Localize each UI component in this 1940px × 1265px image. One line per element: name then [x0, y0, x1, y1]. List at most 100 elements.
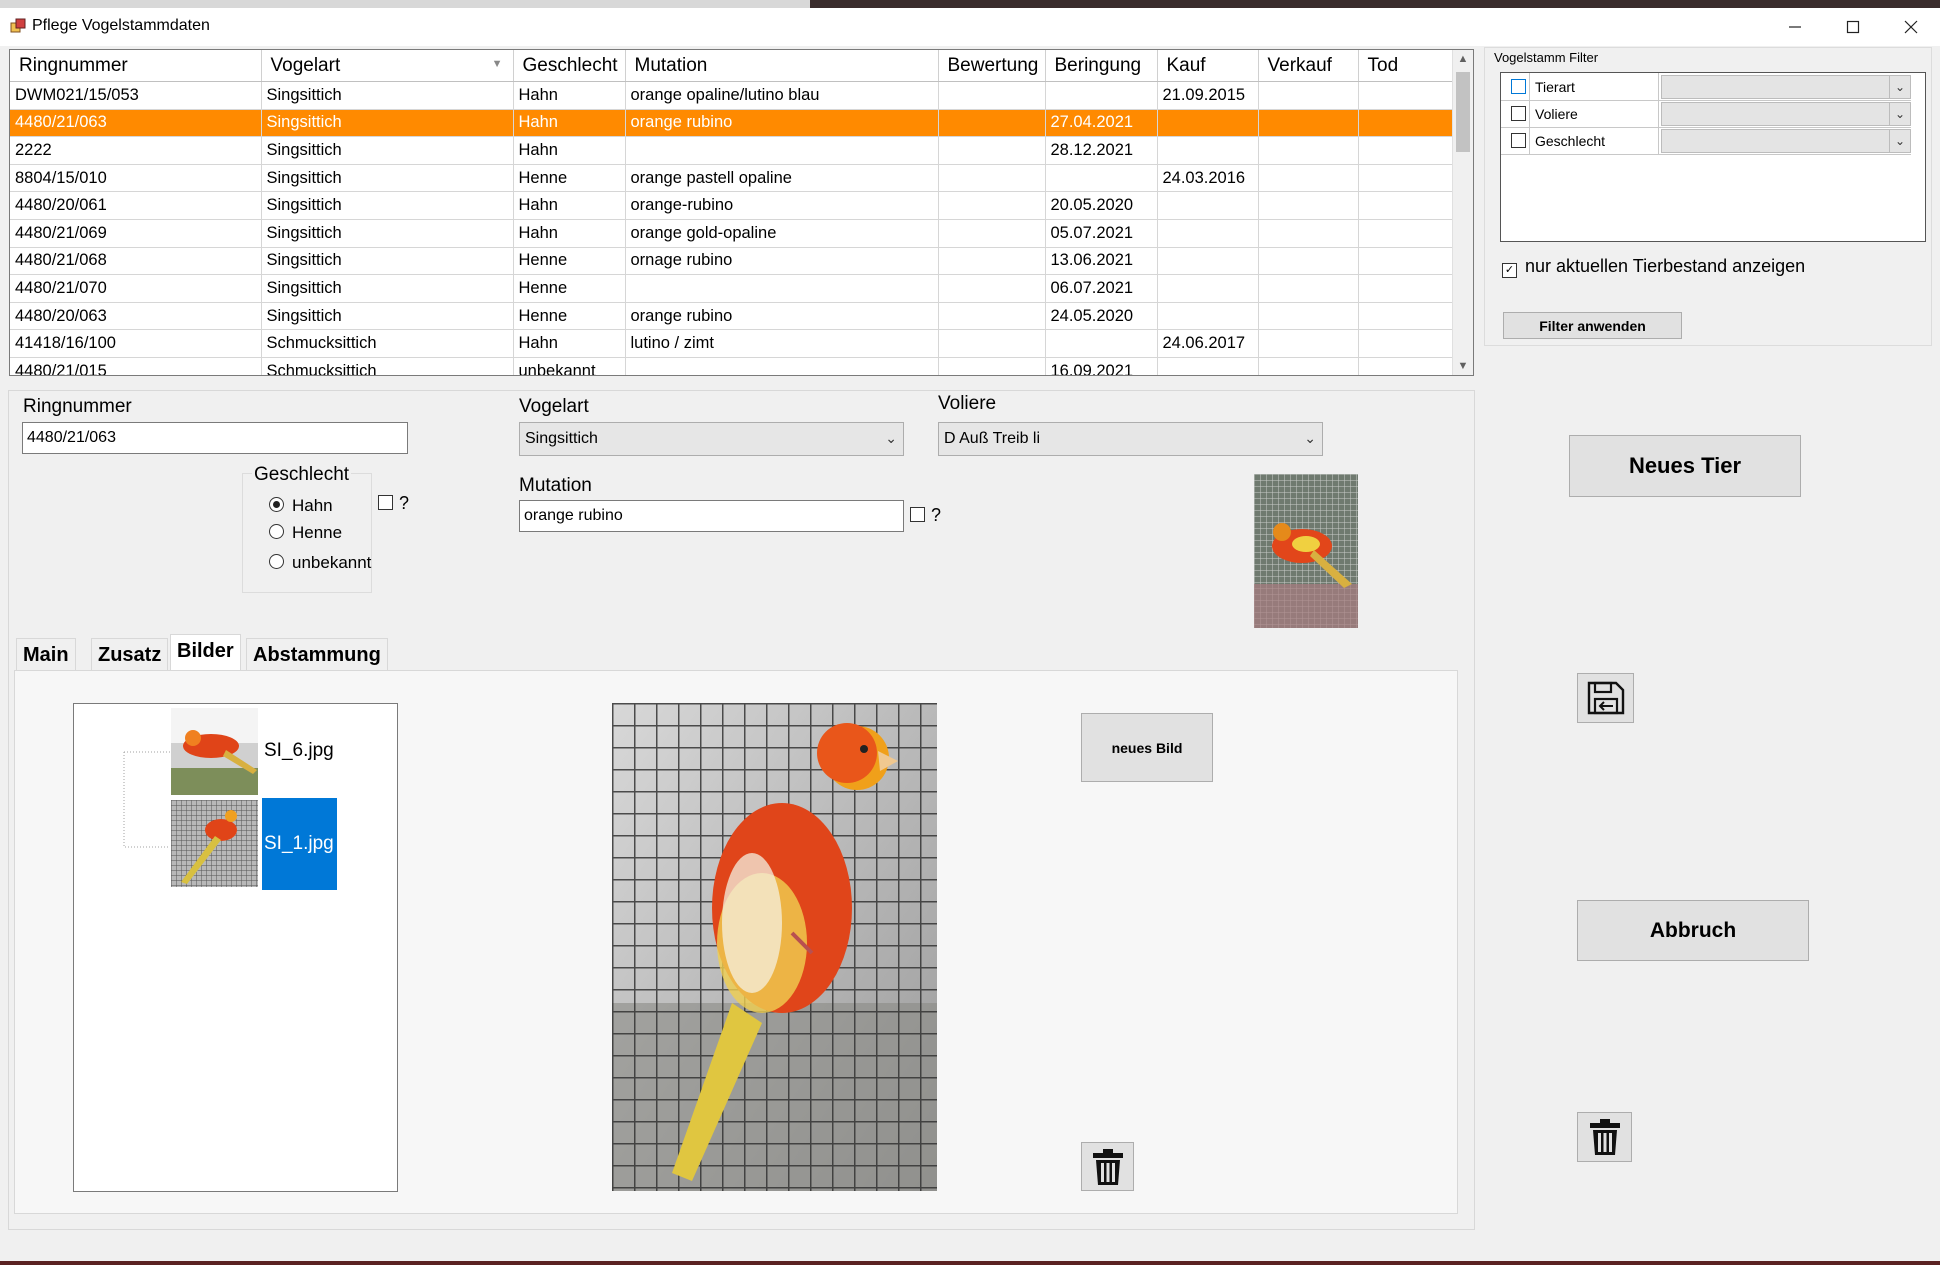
delete-image-button[interactable] [1081, 1142, 1134, 1191]
table-cell[interactable]: Singsittich [261, 274, 514, 303]
table-cell[interactable]: 4480/21/069 [10, 219, 262, 248]
table-cell[interactable] [625, 274, 939, 303]
table-cell[interactable]: 05.07.2021 [1045, 219, 1158, 248]
table-cell[interactable]: Singsittich [261, 191, 514, 220]
table-cell[interactable]: Singsittich [261, 164, 514, 193]
table-cell[interactable]: Singsittich [261, 302, 514, 331]
column-header[interactable]: Mutation [625, 50, 939, 82]
column-header[interactable]: Tod [1358, 50, 1453, 82]
column-header[interactable]: Beringung [1045, 50, 1158, 82]
gender-radio-unbekannt[interactable]: unbekannt [269, 553, 371, 573]
filter-row-voliere[interactable]: Voliere ⌄ [1501, 100, 1911, 128]
table-cell[interactable]: Hahn [513, 109, 626, 138]
cancel-button[interactable]: Abbruch [1577, 900, 1809, 961]
table-cell[interactable] [625, 357, 939, 375]
table-cell[interactable]: Singsittich [261, 109, 514, 138]
table-cell[interactable]: orange gold-opaline [625, 219, 939, 248]
table-cell[interactable] [1157, 191, 1259, 220]
table-cell[interactable] [1258, 219, 1359, 248]
gender-radio-hahn[interactable]: Hahn [269, 496, 333, 516]
table-cell[interactable] [1258, 136, 1359, 165]
table-cell[interactable] [1157, 302, 1259, 331]
table-cell[interactable]: 8804/15/010 [10, 164, 262, 193]
table-cell[interactable] [1258, 81, 1359, 110]
table-cell[interactable]: 16.09.2021 [1045, 357, 1158, 375]
table-cell[interactable]: Henne [513, 164, 626, 193]
table-row[interactable]: 4480/20/063 Singsittich Henne orange rubino… [10, 302, 1453, 331]
table-cell[interactable] [1358, 219, 1453, 248]
table-cell[interactable]: 24.05.2020 [1045, 302, 1158, 331]
table-row[interactable]: 4480/20/061 Singsittich Hahn orange-rubino 2… [10, 191, 1453, 220]
table-row[interactable]: 4480/21/068 Singsittich Henne ornage rubino… [10, 247, 1453, 276]
tab-main[interactable]: Main [16, 638, 76, 671]
column-header[interactable]: Vogelart ▼ [261, 50, 514, 82]
table-cell[interactable]: Singsittich [261, 81, 514, 110]
filter-row-tierart[interactable]: Tierart ⌄ [1501, 73, 1911, 101]
table-cell[interactable]: orange rubino [625, 302, 939, 331]
table-cell[interactable]: 4480/20/061 [10, 191, 262, 220]
scroll-thumb[interactable] [1456, 72, 1470, 152]
filter-voliere-checkbox[interactable] [1511, 106, 1526, 121]
table-cell[interactable]: Singsittich [261, 247, 514, 276]
table-cell[interactable] [1157, 247, 1259, 276]
table-cell[interactable] [938, 164, 1046, 193]
table-cell[interactable] [938, 191, 1046, 220]
table-cell[interactable] [1258, 302, 1359, 331]
table-row[interactable]: 41418/16/100 Schmucksittich Hahn lutino / z… [10, 329, 1453, 358]
column-header[interactable]: Bewertung [938, 50, 1046, 82]
table-cell[interactable]: Henne [513, 302, 626, 331]
table-cell[interactable] [1258, 247, 1359, 276]
delete-animal-button[interactable] [1577, 1112, 1632, 1162]
column-header[interactable]: Verkauf [1258, 50, 1359, 82]
table-cell[interactable] [1358, 247, 1453, 276]
table-cell[interactable]: 24.06.2017 [1157, 329, 1259, 358]
table-cell[interactable] [938, 357, 1046, 375]
table-cell[interactable]: 20.05.2020 [1045, 191, 1158, 220]
table-cell[interactable]: orange pastell opaline [625, 164, 939, 193]
table-cell[interactable] [1157, 274, 1259, 303]
table-cell[interactable]: 4480/21/068 [10, 247, 262, 276]
apply-filter-button[interactable]: Filter anwenden [1503, 312, 1682, 339]
tab-abstammung[interactable]: Abstammung [246, 638, 388, 671]
table-row[interactable]: 4480/21/015 Schmucksittich unbekannt 16.09.… [10, 357, 1453, 375]
table-cell[interactable]: Henne [513, 274, 626, 303]
image-tree[interactable]: SI_6.jpg SI_1.jpg [73, 703, 398, 1192]
table-cell[interactable] [938, 274, 1046, 303]
gender-unknown-checkbox[interactable]: ? [378, 493, 409, 514]
table-cell[interactable]: DWM021/15/053 [10, 81, 262, 110]
table-cell[interactable]: Hahn [513, 329, 626, 358]
table-cell[interactable]: unbekannt [513, 357, 626, 375]
table-cell[interactable] [1258, 191, 1359, 220]
aviary-select[interactable]: D Auß Treib li ⌄ [938, 422, 1323, 456]
table-cell[interactable]: orange opaline/lutino blau [625, 81, 939, 110]
ring-number-input[interactable]: 4480/21/063 [22, 422, 408, 454]
table-cell[interactable] [1258, 164, 1359, 193]
image-thumbnail[interactable] [171, 800, 258, 887]
table-cell[interactable] [1157, 219, 1259, 248]
minimize-icon[interactable] [1766, 8, 1824, 46]
new-animal-button[interactable]: Neues Tier [1569, 435, 1801, 497]
table-cell[interactable] [1157, 136, 1259, 165]
table-cell[interactable]: 4480/21/015 [10, 357, 262, 375]
tree-item-file[interactable]: SI_6.jpg [264, 740, 334, 762]
table-cell[interactable] [938, 302, 1046, 331]
filter-tierart-checkbox[interactable] [1511, 79, 1526, 94]
table-cell[interactable] [938, 136, 1046, 165]
table-cell[interactable]: Schmucksittich [261, 329, 514, 358]
table-cell[interactable] [1258, 329, 1359, 358]
table-row[interactable]: 4480/21/070 Singsittich Henne 06.07.2021 [10, 274, 1453, 303]
table-row[interactable]: 4480/21/063 Singsittich Hahn orange rubino 2… [10, 109, 1453, 138]
column-header[interactable]: Kauf [1157, 50, 1259, 82]
table-cell[interactable] [1258, 109, 1359, 138]
grid-scrollbar[interactable]: ▲ ▼ [1452, 50, 1473, 375]
table-cell[interactable]: Hahn [513, 219, 626, 248]
table-cell[interactable]: Singsittich [261, 136, 514, 165]
table-cell[interactable] [938, 219, 1046, 248]
table-cell[interactable]: 41418/16/100 [10, 329, 262, 358]
table-cell[interactable]: 4480/21/063 [10, 109, 262, 138]
table-cell[interactable] [1358, 329, 1453, 358]
filter-tierart-combo[interactable]: ⌄ [1661, 75, 1911, 99]
column-header[interactable]: Geschlecht [513, 50, 626, 82]
species-select[interactable]: Singsittich ⌄ [519, 422, 904, 456]
tab-bilder[interactable]: Bilder [170, 634, 241, 673]
